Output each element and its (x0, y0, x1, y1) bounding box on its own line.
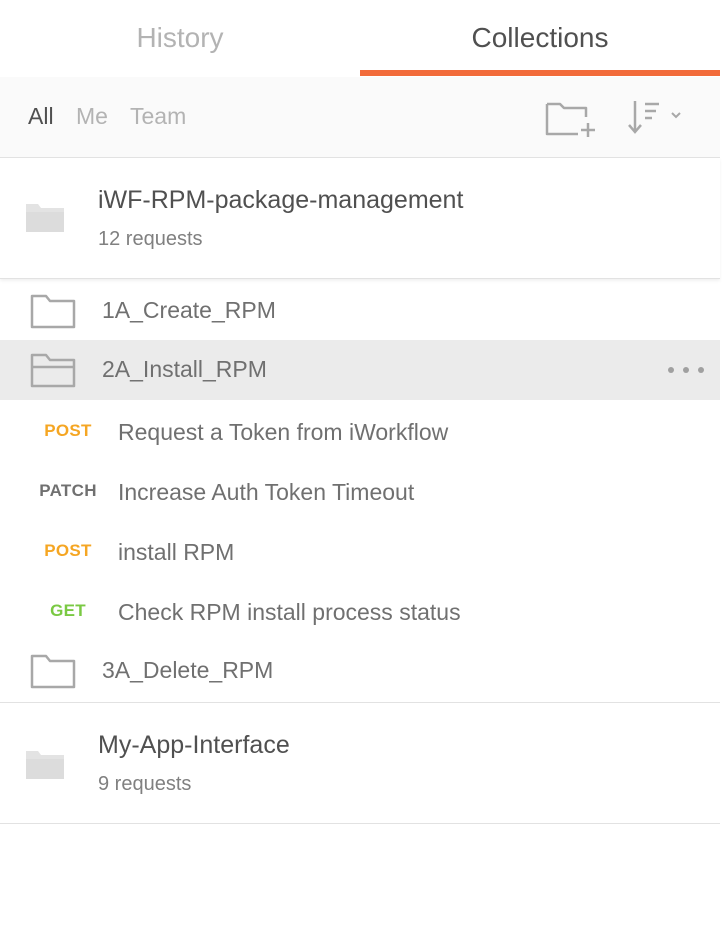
request-item[interactable]: POST install RPM (0, 521, 720, 581)
folder-item[interactable]: 1A_Create_RPM (0, 281, 720, 341)
request-item[interactable]: POST Request a Token from iWorkflow (0, 401, 720, 461)
collection-folder-icon (26, 204, 64, 232)
filter-team[interactable]: Team (130, 103, 186, 130)
request-method-badge: GET (50, 601, 86, 620)
collection-item[interactable]: My-App-Interface 9 requests (0, 702, 720, 824)
filter-me[interactable]: Me (76, 103, 108, 130)
folder-item[interactable]: 2A_Install_RPM (0, 340, 720, 400)
tab-history[interactable]: History (0, 0, 360, 76)
sort-descending-icon (628, 101, 681, 134)
collection-request-count: 9 requests (98, 773, 192, 795)
active-tab-indicator (360, 70, 720, 76)
folder-open-icon (30, 353, 76, 388)
request-name: Check RPM install process status (118, 599, 461, 625)
request-name: install RPM (118, 539, 235, 565)
folder-name: 3A_Delete_RPM (102, 657, 274, 683)
collection-folder-icon (26, 751, 64, 779)
sidebar-tabs: History Collections (0, 0, 720, 78)
folder-name: 1A_Create_RPM (102, 297, 276, 323)
filter-all[interactable]: All (28, 103, 54, 130)
folder-closed-icon (30, 294, 76, 329)
request-name: Increase Auth Token Timeout (118, 479, 415, 505)
collection-request-count: 12 requests (98, 228, 203, 250)
request-method-badge: POST (44, 541, 92, 560)
collection-name: iWF-RPM-package-management (98, 186, 464, 214)
collections-filter-bar: All Me Team (0, 77, 720, 158)
more-options-icon[interactable] (668, 360, 704, 380)
collection-item[interactable]: iWF-RPM-package-management 12 requests (0, 158, 720, 279)
collection-name: My-App-Interface (98, 731, 290, 759)
request-item[interactable]: GET Check RPM install process status (0, 581, 720, 641)
sort-button[interactable] (626, 97, 688, 139)
folder-item[interactable]: 3A_Delete_RPM (0, 641, 720, 701)
folder-name: 2A_Install_RPM (102, 356, 267, 382)
new-collection-button[interactable] (544, 99, 600, 139)
folder-closed-icon (30, 654, 76, 689)
request-name: Request a Token from iWorkflow (118, 419, 449, 445)
request-method-badge: POST (44, 421, 92, 440)
request-item[interactable]: PATCH Increase Auth Token Timeout (0, 461, 720, 521)
tab-collections[interactable]: Collections (360, 0, 720, 76)
request-method-badge: PATCH (39, 481, 97, 500)
folder-plus-icon (545, 102, 595, 137)
